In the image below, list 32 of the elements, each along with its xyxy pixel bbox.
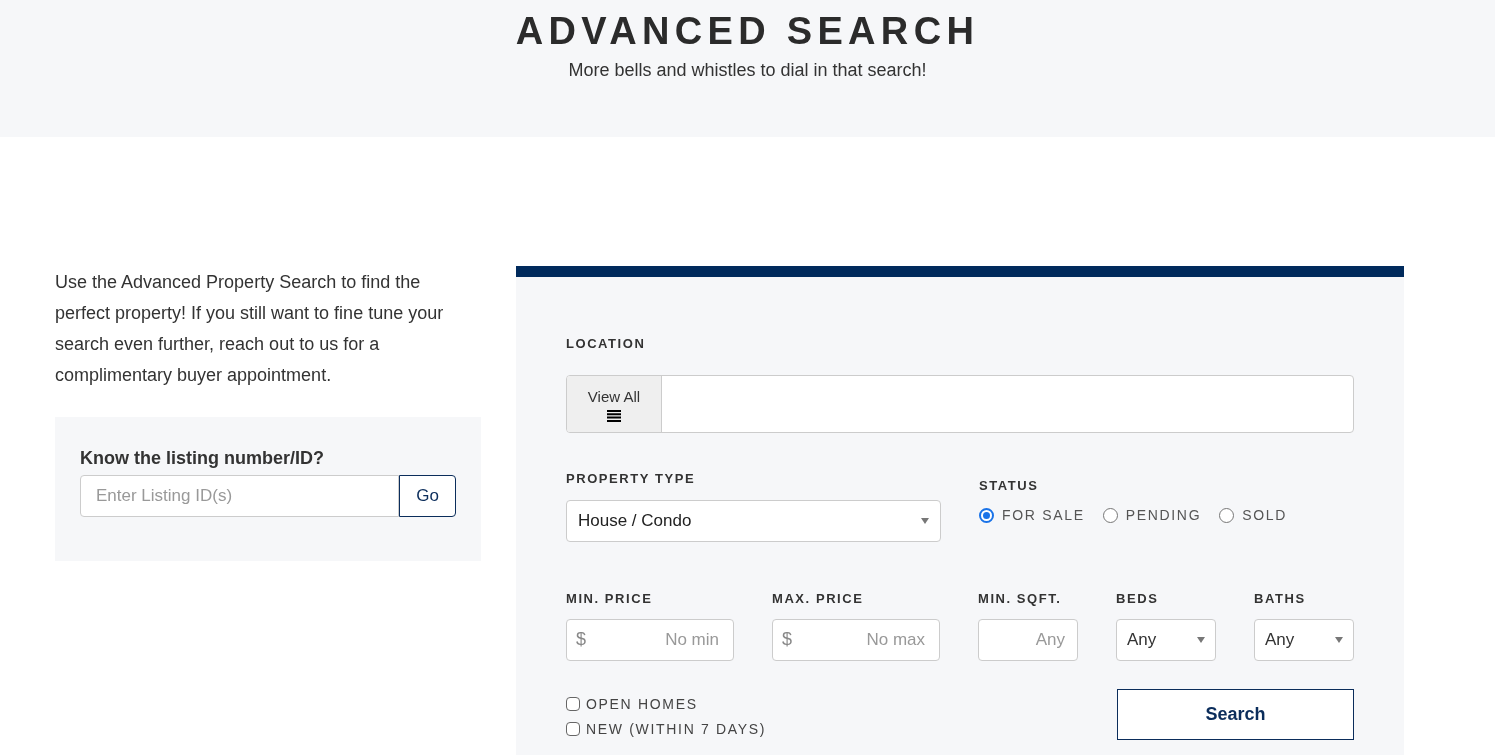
- page-subtitle: More bells and whistles to dial in that search!: [568, 59, 927, 82]
- field-label: BEDS: [1116, 589, 1160, 608]
- field-label: MIN. SQFT.: [978, 589, 1063, 608]
- field-label: LOCATION: [566, 336, 646, 351]
- currency-symbol: $: [782, 628, 792, 650]
- dropdown-select[interactable]: Any: [1116, 619, 1216, 661]
- sqft-field[interactable]: Any: [978, 619, 1078, 661]
- filter-checkbox[interactable]: OPEN HOMES: [566, 695, 767, 713]
- view-all-button[interactable]: View All: [567, 376, 662, 432]
- field-label: MIN. PRICE: [566, 589, 654, 608]
- listing-heading: Know the listing number/ID?: [80, 447, 325, 470]
- status-radio[interactable]: SOLD: [1219, 504, 1288, 526]
- dropdown-select[interactable]: Any: [1254, 619, 1354, 661]
- intro-paragraph: Use the Advanced Property Search to find the perfect property! If you still want to fine tune your search even further, reach out to us for a complimentary buyer appointment.: [55, 271, 445, 387]
- page-title: ADVANCED SEARCH: [515, 9, 980, 54]
- status-radio[interactable]: FOR SALE: [979, 504, 1085, 526]
- location-field[interactable]: View All: [566, 375, 1354, 433]
- filter-checkbox[interactable]: NEW (WITHIN 7 DAYS): [566, 720, 767, 738]
- field-label: STATUS: [979, 477, 1040, 495]
- caret-icon: [921, 517, 929, 524]
- property-type-select[interactable]: House / Condo: [566, 499, 941, 542]
- status-radio[interactable]: PENDING: [1102, 504, 1202, 526]
- caret-icon: [1335, 637, 1343, 643]
- list-icon: [607, 410, 621, 423]
- caret-icon: [1197, 637, 1205, 643]
- go-button[interactable]: Go: [399, 475, 456, 517]
- field-label: MAX. PRICE: [772, 589, 865, 608]
- field-label: PROPERTY TYPE: [566, 470, 697, 488]
- field-label: BATHS: [1254, 589, 1307, 608]
- listing-id-field[interactable]: Enter Listing ID(s): [80, 475, 399, 517]
- currency-symbol: $: [576, 628, 586, 650]
- search-button[interactable]: Search: [1117, 689, 1354, 740]
